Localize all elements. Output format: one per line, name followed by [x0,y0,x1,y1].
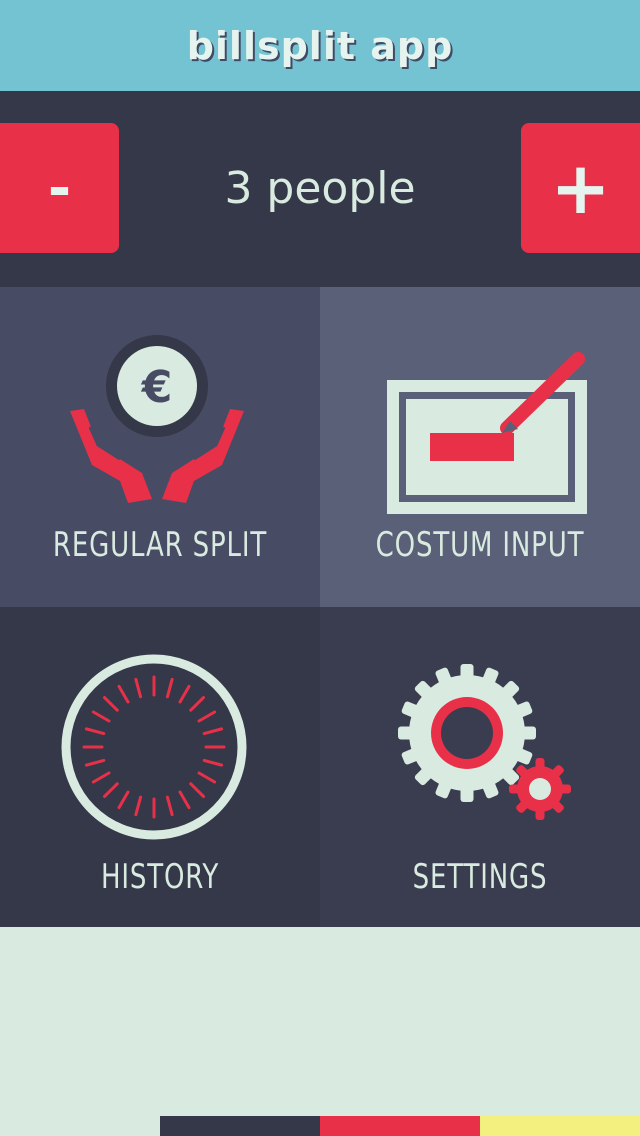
footer-color-stripes [0,1116,640,1136]
clock-tick [117,684,130,704]
stripe-yellow [480,1116,640,1136]
regular-split-tile[interactable]: € REGULAR SPLIT [0,287,320,607]
increase-people-button[interactable]: + [521,123,640,253]
clock-tick [117,790,130,810]
history-tile[interactable]: HISTORY [0,607,320,927]
settings-label: SETTINGS [412,857,548,897]
clock-tick [197,771,217,784]
clock-tick [178,684,191,704]
app-title: billsplit app [186,23,454,68]
clock-tick [189,782,205,798]
clock-tick [103,696,119,712]
clock-tick [197,710,217,723]
regular-split-label: REGULAR SPLIT [52,525,268,565]
history-label: HISTORY [100,857,220,897]
people-counter: - 3 people + [0,91,640,287]
stripe-dark [160,1116,320,1136]
euro-symbol: € [141,362,173,413]
clock-tick [189,696,205,712]
clock-tick [91,771,111,784]
stripe-red [320,1116,480,1136]
clock-tick [178,790,191,810]
clock-tick [202,727,224,736]
clock-tick [202,758,224,767]
clock-tick [84,727,106,736]
decrease-people-button[interactable]: - [0,123,119,253]
clock-tick [103,782,119,798]
clock-tick [165,795,174,817]
clock-tick [134,677,143,699]
custom-input-tile[interactable]: COSTUM INPUT [320,287,640,607]
clock-tick [91,710,111,723]
settings-tile[interactable]: SETTINGS [320,607,640,927]
people-count-label: 3 people [224,163,416,214]
clock-tick [134,795,143,817]
app-header: billsplit app [0,0,640,91]
custom-input-label: COSTUM INPUT [375,525,585,565]
clock-tick [84,758,106,767]
clock-tick [165,677,174,699]
